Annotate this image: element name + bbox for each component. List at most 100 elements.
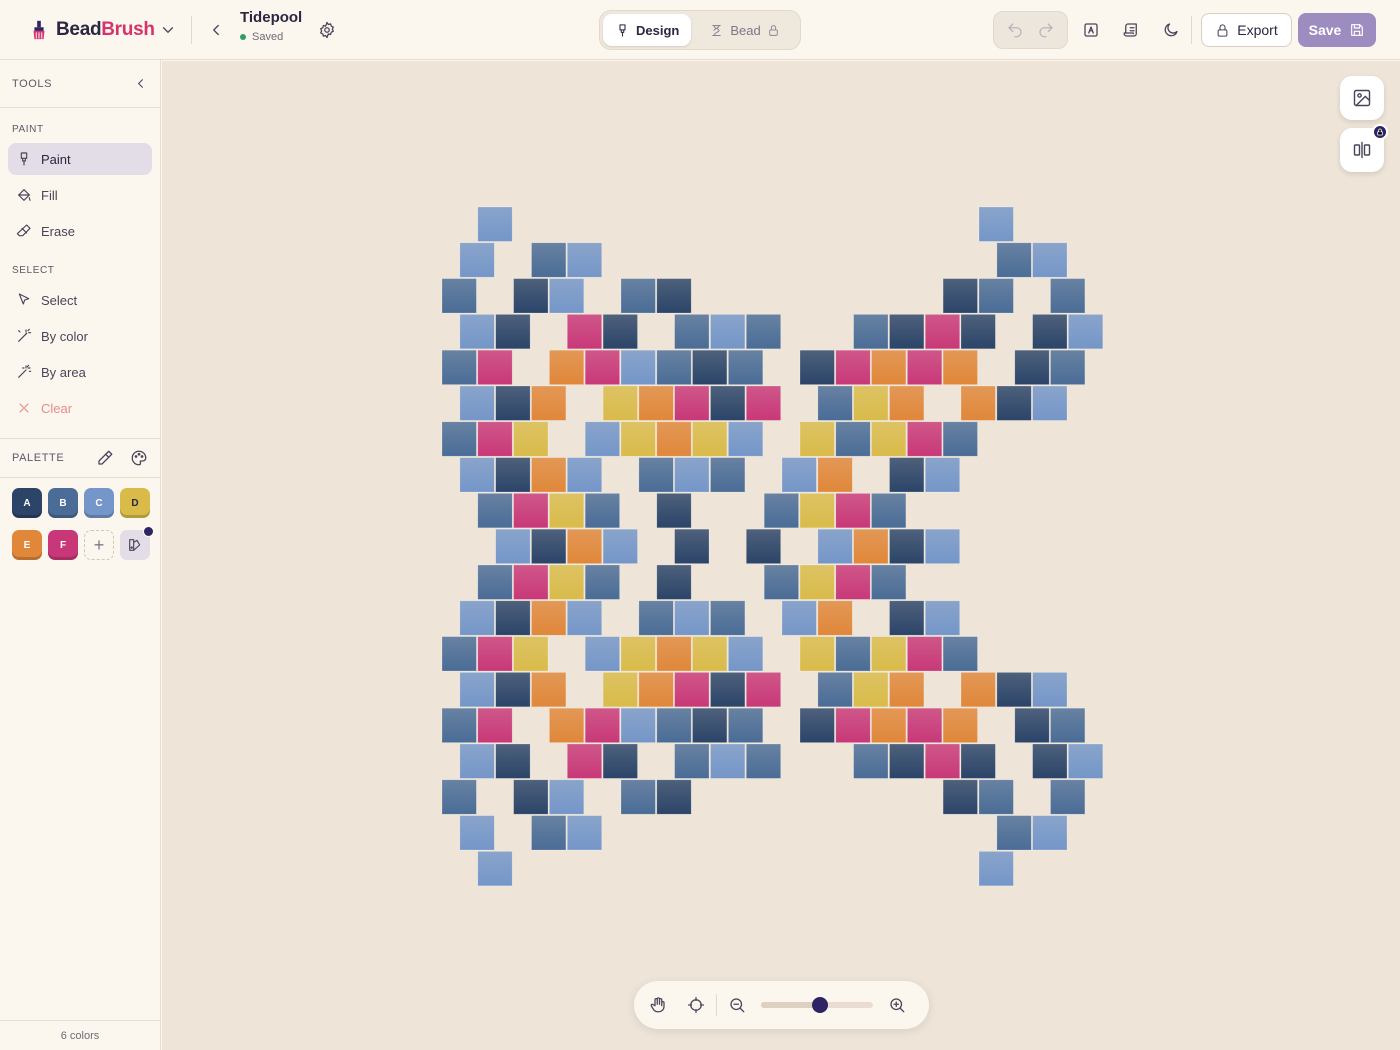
- bead-cell[interactable]: [459, 815, 495, 851]
- bead-cell[interactable]: [566, 314, 602, 350]
- design-canvas[interactable]: [162, 61, 1400, 1050]
- bead-cell[interactable]: [602, 385, 638, 421]
- bead-cell[interactable]: [495, 314, 531, 350]
- add-color-button[interactable]: +: [84, 530, 114, 560]
- bead-cell[interactable]: [674, 385, 710, 421]
- bead-cell[interactable]: [835, 349, 871, 385]
- bead-cell[interactable]: [889, 385, 925, 421]
- tool-erase[interactable]: Erase: [8, 215, 152, 247]
- bead-cell[interactable]: [871, 493, 907, 529]
- bead-cell[interactable]: [907, 707, 943, 743]
- bead-cell[interactable]: [584, 421, 620, 457]
- bead-cell[interactable]: [799, 421, 835, 457]
- bead-cell[interactable]: [656, 564, 692, 600]
- bead-cell[interactable]: [924, 743, 960, 779]
- bead-cell[interactable]: [459, 672, 495, 708]
- text-box-icon[interactable]: [1081, 20, 1101, 40]
- color-library-button[interactable]: [120, 526, 154, 560]
- bead-cell[interactable]: [871, 421, 907, 457]
- bead-cell[interactable]: [942, 278, 978, 314]
- bead-cell[interactable]: [871, 636, 907, 672]
- bead-cell[interactable]: [602, 314, 638, 350]
- bead-cell[interactable]: [441, 707, 477, 743]
- bead-cell[interactable]: [745, 672, 781, 708]
- bead-cell[interactable]: [710, 314, 746, 350]
- bead-cell[interactable]: [1032, 672, 1068, 708]
- bead-cell[interactable]: [477, 707, 513, 743]
- palette-icon[interactable]: [130, 449, 148, 467]
- bead-cell[interactable]: [656, 421, 692, 457]
- bead-cell[interactable]: [549, 493, 585, 529]
- bead-cell[interactable]: [477, 206, 513, 242]
- bead-cell[interactable]: [942, 421, 978, 457]
- bead-cell[interactable]: [942, 779, 978, 815]
- gear-icon[interactable]: [317, 20, 337, 40]
- bead-cell[interactable]: [871, 707, 907, 743]
- bead-cell[interactable]: [745, 743, 781, 779]
- tab-design[interactable]: Design: [603, 14, 692, 46]
- bead-cell[interactable]: [549, 707, 585, 743]
- bead-cell[interactable]: [477, 851, 513, 887]
- bead-cell[interactable]: [531, 457, 567, 493]
- bead-cell[interactable]: [620, 636, 656, 672]
- bead-cell[interactable]: [441, 636, 477, 672]
- bead-cell[interactable]: [441, 349, 477, 385]
- bead-cell[interactable]: [799, 707, 835, 743]
- bead-cell[interactable]: [924, 528, 960, 564]
- bead-cell[interactable]: [853, 528, 889, 564]
- bead-cell[interactable]: [745, 385, 781, 421]
- bead-cell[interactable]: [960, 314, 996, 350]
- bead-cell[interactable]: [745, 528, 781, 564]
- bead-cell[interactable]: [566, 242, 602, 278]
- chevron-down-icon[interactable]: [158, 20, 178, 40]
- bead-cell[interactable]: [495, 743, 531, 779]
- bead-cell[interactable]: [513, 779, 549, 815]
- bead-cell[interactable]: [531, 385, 567, 421]
- bead-cell[interactable]: [459, 600, 495, 636]
- bead-cell[interactable]: [584, 636, 620, 672]
- bead-cell[interactable]: [584, 564, 620, 600]
- bead-cell[interactable]: [853, 672, 889, 708]
- bead-cell[interactable]: [835, 564, 871, 600]
- bead-cell[interactable]: [978, 851, 1014, 887]
- bead-cell[interactable]: [960, 672, 996, 708]
- bead-cell[interactable]: [531, 242, 567, 278]
- export-button[interactable]: Export: [1201, 13, 1292, 47]
- bead-cell[interactable]: [835, 636, 871, 672]
- bead-cell[interactable]: [799, 564, 835, 600]
- bead-cell[interactable]: [441, 278, 477, 314]
- bead-cell[interactable]: [996, 242, 1032, 278]
- bead-cell[interactable]: [728, 421, 764, 457]
- document-title[interactable]: Tidepool: [240, 9, 302, 26]
- bead-cell[interactable]: [495, 385, 531, 421]
- bead-cell[interactable]: [1050, 278, 1086, 314]
- bead-cell[interactable]: [656, 493, 692, 529]
- bead-cell[interactable]: [1032, 242, 1068, 278]
- bead-cell[interactable]: [710, 457, 746, 493]
- bead-cell[interactable]: [889, 743, 925, 779]
- bead-cell[interactable]: [674, 743, 710, 779]
- bead-cell[interactable]: [871, 349, 907, 385]
- bead-cell[interactable]: [477, 493, 513, 529]
- back-chevron-icon[interactable]: [206, 20, 226, 40]
- bead-cell[interactable]: [638, 600, 674, 636]
- bead-cell[interactable]: [441, 779, 477, 815]
- bead-cell[interactable]: [763, 493, 799, 529]
- bead-cell[interactable]: [853, 385, 889, 421]
- bead-cell[interactable]: [566, 743, 602, 779]
- zoom-slider[interactable]: [761, 997, 873, 1013]
- bead-cell[interactable]: [1032, 314, 1068, 350]
- bead-cell[interactable]: [942, 636, 978, 672]
- bead-cell[interactable]: [566, 600, 602, 636]
- bead-cell[interactable]: [835, 707, 871, 743]
- bead-cell[interactable]: [924, 600, 960, 636]
- bead-cell[interactable]: [513, 278, 549, 314]
- bead-cell[interactable]: [924, 457, 960, 493]
- bead-cell[interactable]: [459, 457, 495, 493]
- swatch-e[interactable]: E: [12, 530, 42, 560]
- bead-cell[interactable]: [871, 564, 907, 600]
- bead-cell[interactable]: [889, 600, 925, 636]
- bead-cell[interactable]: [531, 672, 567, 708]
- bead-cell[interactable]: [549, 564, 585, 600]
- bead-cell[interactable]: [996, 672, 1032, 708]
